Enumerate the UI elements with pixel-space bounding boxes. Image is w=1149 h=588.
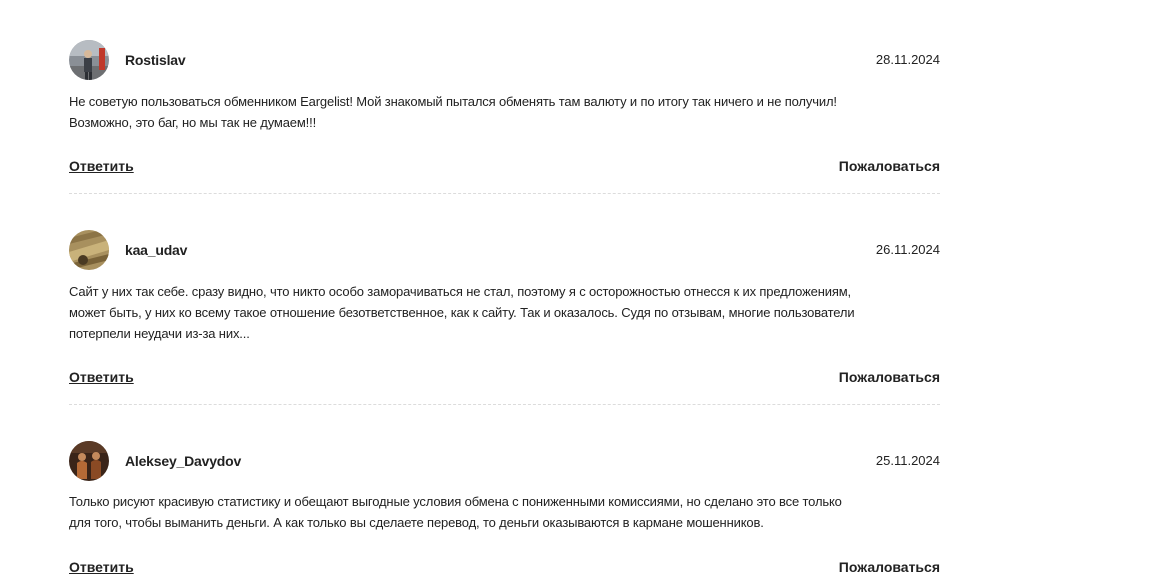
review-text-line: Сайт у них так себе. сразу видно, что ни… bbox=[69, 284, 852, 299]
report-link[interactable]: Пожаловаться bbox=[839, 158, 940, 174]
review-text: Только рисуют красивую статистику и обещ… bbox=[69, 491, 940, 533]
review-actions: Ответить Пожаловаться bbox=[69, 559, 940, 579]
reply-link[interactable]: Ответить bbox=[69, 559, 134, 575]
divider bbox=[69, 193, 940, 194]
avatar[interactable] bbox=[69, 230, 109, 270]
review-text: Не советую пользоваться обменником Earge… bbox=[69, 91, 940, 133]
review-header: kaa_udav 26.11.2024 bbox=[69, 230, 940, 270]
review-text-line: потерпели неудачи из-за них... bbox=[69, 326, 250, 341]
report-link[interactable]: Пожаловаться bbox=[839, 559, 940, 575]
divider bbox=[69, 404, 940, 405]
review-text-line: может быть, у них ко всему такое отношен… bbox=[69, 305, 855, 320]
username: Rostislav bbox=[125, 52, 186, 68]
report-link[interactable]: Пожаловаться bbox=[839, 369, 940, 385]
review-text-line: Только рисуют красивую статистику и обещ… bbox=[69, 494, 842, 509]
username: Aleksey_Davydov bbox=[125, 453, 242, 469]
review-date: 28.11.2024 bbox=[875, 52, 940, 67]
review-text-line: Не советую пользоваться обменником Earge… bbox=[69, 94, 837, 109]
user-photo-icon bbox=[69, 40, 109, 80]
review-actions: Ответить Пожаловаться bbox=[69, 158, 940, 178]
review-text: Сайт у них так себе. сразу видно, что ни… bbox=[69, 281, 940, 344]
review-text-line: Возможно, это баг, но мы так не думаем!!… bbox=[69, 115, 317, 130]
review-date: 26.11.2024 bbox=[875, 242, 940, 257]
reply-link[interactable]: Ответить bbox=[69, 369, 134, 385]
reply-link[interactable]: Ответить bbox=[69, 158, 134, 174]
username: kaa_udav bbox=[125, 242, 188, 258]
review-text-line: для того, чтобы выманить деньги. А как т… bbox=[69, 515, 764, 530]
review-header: Aleksey_Davydov 25.11.2024 bbox=[69, 441, 940, 481]
review-actions: Ответить Пожаловаться bbox=[69, 369, 940, 389]
review-header: Rostislav 28.11.2024 bbox=[69, 40, 940, 80]
user-photo-icon bbox=[69, 441, 109, 481]
user-photo-icon bbox=[69, 230, 109, 270]
review-date: 25.11.2024 bbox=[875, 453, 940, 468]
avatar[interactable] bbox=[69, 40, 109, 80]
avatar[interactable] bbox=[69, 441, 109, 481]
